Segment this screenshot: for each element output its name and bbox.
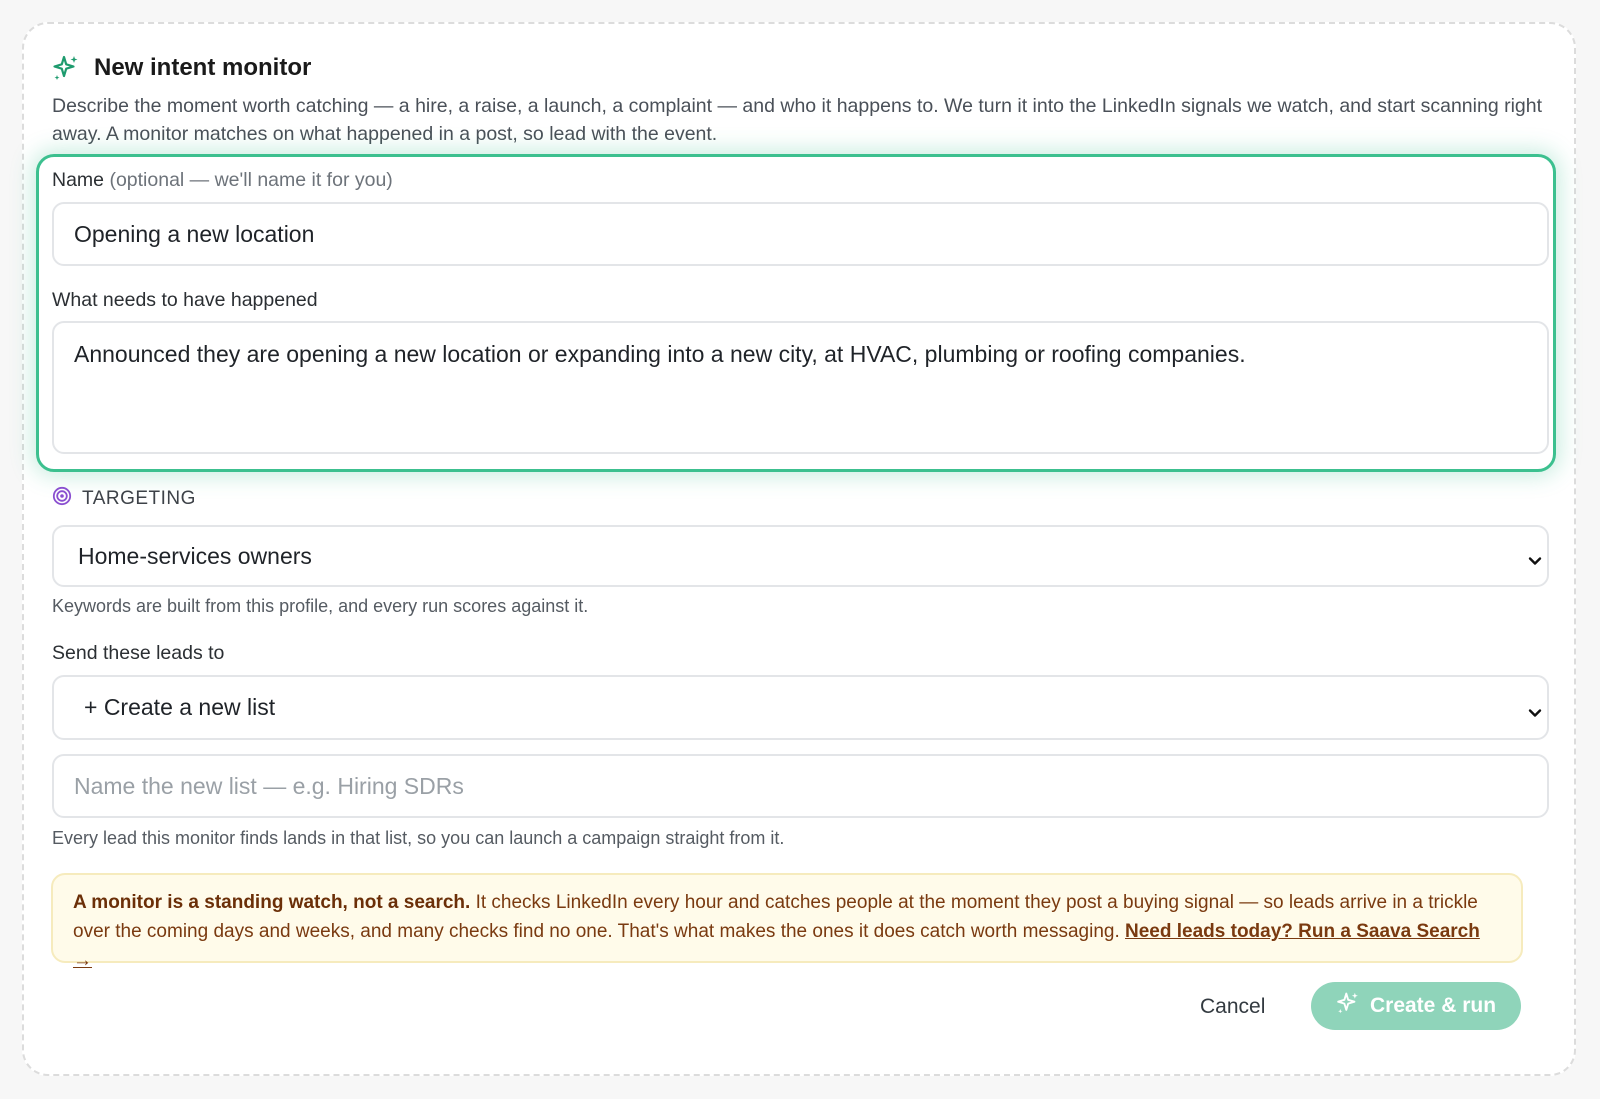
create-and-run-button[interactable]: Create & run bbox=[1311, 982, 1521, 1030]
event-label: What needs to have happened bbox=[52, 289, 318, 311]
new-monitor-dialog: New intent monitor Describe the moment w… bbox=[22, 22, 1576, 1076]
new-list-name-input[interactable]: Name the new list — e.g. Hiring SDRs bbox=[52, 754, 1549, 818]
destination-list-select[interactable]: + Create a new list bbox=[52, 675, 1549, 740]
dialog-title: New intent monitor bbox=[94, 54, 312, 81]
name-input[interactable]: Opening a new location bbox=[52, 202, 1549, 266]
chevron-down-icon bbox=[1527, 700, 1543, 717]
send-help-text: Every lead this monitor finds lands in t… bbox=[52, 828, 785, 848]
notice-heading: A monitor is a standing watch, not a sea… bbox=[73, 892, 471, 913]
targeting-select-value: Home-services owners bbox=[78, 542, 312, 569]
dialog-header: New intent monitor bbox=[52, 54, 311, 82]
create-and-run-label: Create & run bbox=[1369, 994, 1497, 1017]
dialog-description: Describe the moment worth catching — a h… bbox=[52, 95, 1543, 145]
name-label: Name (optional — we'll name it for you) bbox=[52, 169, 393, 191]
standing-watch-notice: A monitor is a standing watch, not a sea… bbox=[51, 873, 1523, 971]
targeting-section-label: TARGETING bbox=[52, 486, 196, 512]
targeting-help-text: Keywords are built from this profile, an… bbox=[52, 596, 589, 616]
destination-list-select-value: + Create a new list bbox=[84, 694, 276, 720]
cancel-button[interactable]: Cancel bbox=[1200, 984, 1265, 1030]
sparkles-icon bbox=[52, 54, 80, 82]
name-hint: (optional — we'll name it for you) bbox=[109, 169, 393, 191]
event-textarea[interactable]: Announced they are opening a new locatio… bbox=[52, 321, 1549, 454]
target-icon bbox=[52, 486, 72, 512]
sparkles-icon bbox=[1336, 991, 1360, 1021]
targeting-select[interactable]: Home-services owners bbox=[52, 525, 1549, 587]
chevron-down-icon bbox=[1527, 548, 1543, 565]
send-leads-label: Send these leads to bbox=[52, 642, 225, 664]
